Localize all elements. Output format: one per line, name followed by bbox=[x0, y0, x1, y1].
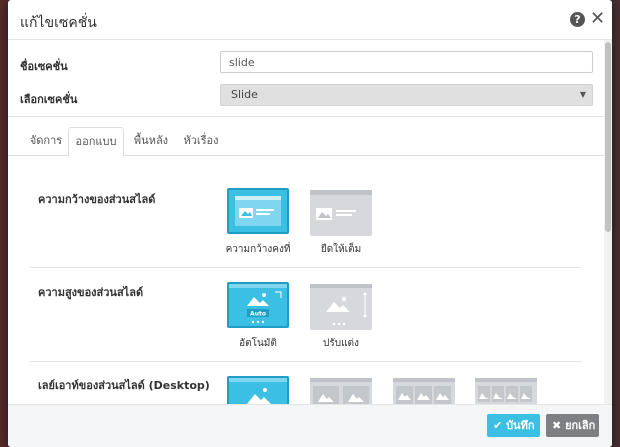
edit-section-modal: แก้ไขเซคชั่น ? ✕ ชื่อเซคชั่น เลือกเซคชั่… bbox=[8, 0, 612, 447]
image-icon bbox=[475, 378, 537, 402]
option-layout-1[interactable] bbox=[227, 376, 289, 404]
auto-label: Auto bbox=[250, 311, 266, 318]
section-name-label: ชื่อเซคชั่น bbox=[20, 60, 68, 73]
slide-height-title: ความสูงของส่วนสไลด์ bbox=[38, 286, 144, 299]
modal-header: แก้ไขเซคชั่น ? ✕ bbox=[8, 0, 612, 40]
option-fixed-width[interactable] bbox=[227, 188, 289, 234]
tab-design[interactable]: ออกแบบ bbox=[68, 127, 124, 157]
tab-heading[interactable]: หัวเรื่อง bbox=[178, 127, 224, 157]
section-select-label: เลือกเซคชั่น bbox=[20, 93, 78, 106]
slide-width-title: ความกว้างของส่วนสไลด์ bbox=[38, 193, 156, 206]
section-select-value: Slide bbox=[231, 88, 258, 101]
help-icon[interactable]: ? bbox=[570, 12, 585, 27]
modal-body[interactable]: ชื่อเซคชั่น เลือกเซคชั่น Slide ▼ จัดการ … bbox=[8, 40, 612, 404]
custom-height-caption: ปรับแต่ง bbox=[323, 338, 359, 349]
cancel-button[interactable]: ✖ ยกเลิก bbox=[546, 414, 599, 437]
scrollbar[interactable] bbox=[604, 40, 612, 404]
modal-footer: ✔ บันทึก ✖ ยกเลิก bbox=[8, 404, 612, 447]
save-button[interactable]: ✔ บันทึก bbox=[487, 414, 540, 437]
section-divider bbox=[30, 361, 582, 362]
option-layout-3[interactable] bbox=[393, 378, 455, 404]
image-icon bbox=[229, 378, 287, 404]
scrollbar-thumb[interactable] bbox=[605, 42, 611, 232]
custom-height-icon bbox=[310, 284, 372, 326]
option-custom-height[interactable] bbox=[310, 284, 372, 330]
caret-down-icon: ▼ bbox=[579, 90, 586, 99]
fixed-width-icon bbox=[235, 196, 281, 226]
auto-height-caption: อัตโนมัติ bbox=[239, 338, 277, 349]
image-icon bbox=[310, 378, 372, 404]
close-icon[interactable]: ✕ bbox=[590, 9, 605, 29]
save-button-label: บันทึก bbox=[506, 419, 535, 432]
section-divider bbox=[30, 267, 582, 268]
check-icon: ✔ bbox=[493, 419, 503, 432]
full-width-caption: ยืดให้เต็ม bbox=[320, 244, 362, 255]
auto-height-icon: Auto bbox=[229, 284, 287, 324]
tab-bar: จัดการ ออกแบบ พื้นหลัง หัวเรื่อง bbox=[8, 116, 604, 157]
option-auto-height[interactable]: Auto bbox=[227, 282, 289, 328]
full-width-icon bbox=[310, 190, 372, 220]
section-name-input[interactable] bbox=[220, 51, 593, 73]
cancel-button-label: ยกเลิก bbox=[565, 419, 596, 432]
tab-manage[interactable]: จัดการ bbox=[18, 127, 74, 157]
modal-title: แก้ไขเซคชั่น bbox=[20, 15, 97, 31]
section-select[interactable]: Slide ▼ bbox=[220, 84, 593, 106]
option-layout-4[interactable] bbox=[475, 378, 537, 404]
image-icon bbox=[393, 378, 455, 404]
option-full-width[interactable] bbox=[310, 190, 372, 236]
x-icon: ✖ bbox=[552, 419, 562, 432]
slide-layout-title: เลย์เอาท์ของส่วนสไลด์ (Desktop) bbox=[38, 379, 210, 392]
fixed-width-caption: ความกว้างคงที่ bbox=[225, 244, 291, 255]
tab-background[interactable]: พื้นหลัง bbox=[126, 127, 176, 157]
option-layout-2[interactable] bbox=[310, 378, 372, 404]
